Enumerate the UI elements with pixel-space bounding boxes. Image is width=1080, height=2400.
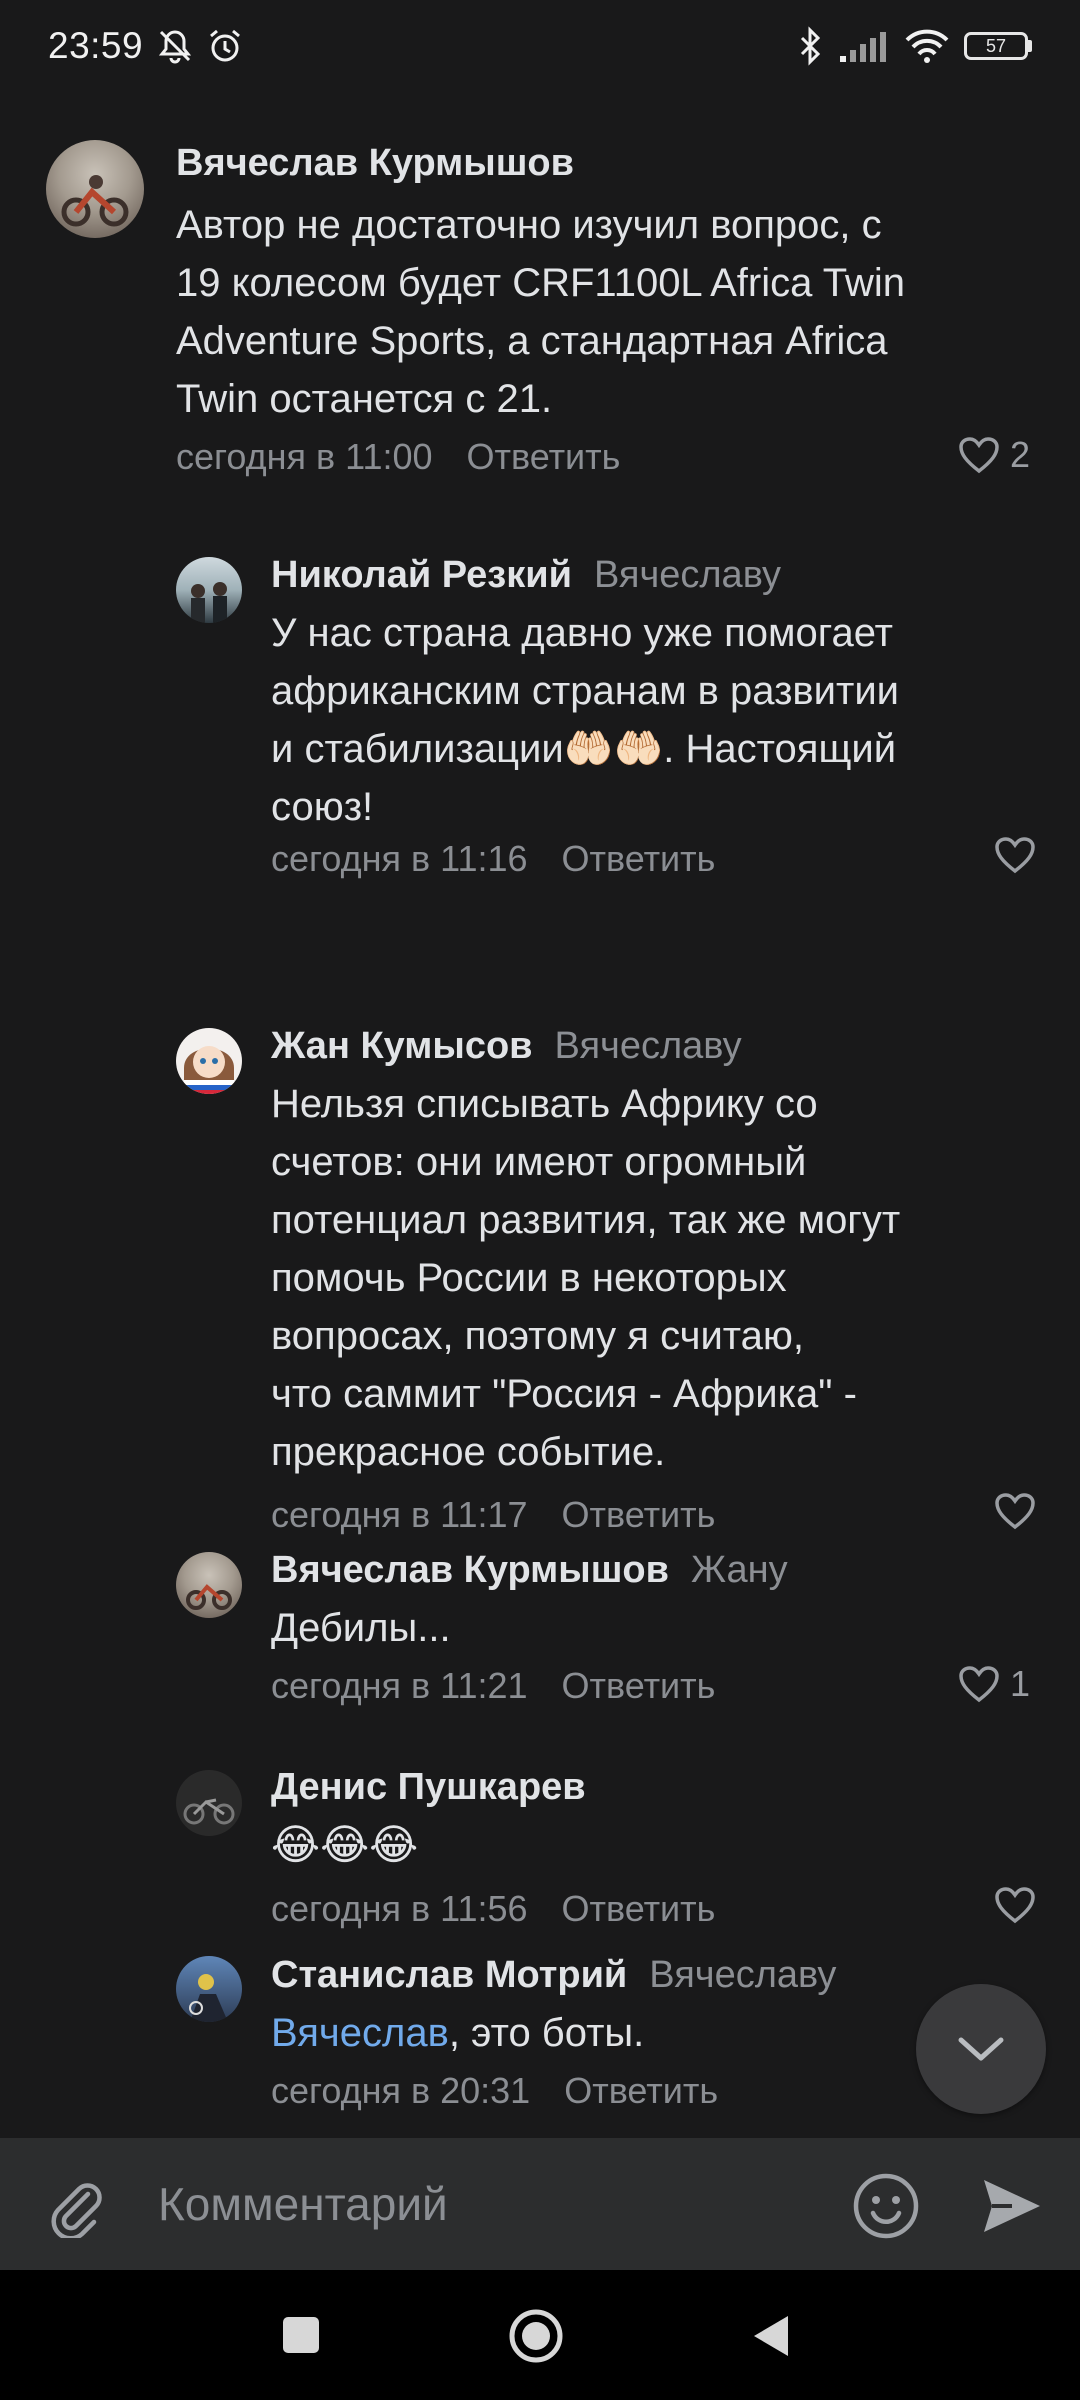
alarm-icon bbox=[210, 29, 241, 62]
heart-icon bbox=[959, 1666, 999, 1703]
comment-author[interactable]: Вячеслав Курмышов bbox=[271, 1549, 669, 1591]
comment-time: сегодня в 11:21 bbox=[271, 1665, 528, 1706]
reply-to-name[interactable]: Жану bbox=[691, 1549, 788, 1591]
comment-author[interactable]: Денис Пушкарев bbox=[271, 1766, 586, 1808]
heart-icon bbox=[995, 1887, 1035, 1924]
reply-to-name[interactable]: Вячеславу bbox=[649, 1954, 836, 1996]
avatar[interactable] bbox=[176, 1028, 242, 1094]
comment-text: У нас страна давно уже помогает африканск… bbox=[271, 611, 900, 829]
like-button[interactable]: 2 bbox=[958, 434, 1030, 476]
reply-button[interactable]: Ответить bbox=[562, 1665, 716, 1706]
heart-icon bbox=[959, 437, 999, 474]
like-button[interactable] bbox=[994, 836, 1046, 874]
scroll-down-button[interactable] bbox=[916, 1984, 1046, 2114]
reply-to-name[interactable]: Вячеславу bbox=[594, 554, 781, 596]
back-triangle-icon bbox=[754, 2316, 788, 2356]
like-count: 1 bbox=[1010, 1663, 1031, 1704]
reply-button[interactable]: Ответить bbox=[562, 838, 716, 879]
square-icon bbox=[283, 2317, 319, 2353]
reply-button[interactable]: Ответить bbox=[562, 1888, 716, 1929]
reply-button[interactable]: Ответить bbox=[564, 2070, 718, 2111]
back-button[interactable] bbox=[748, 2312, 792, 2365]
avatar[interactable] bbox=[176, 1956, 242, 2022]
comment-time: сегодня в 20:31 bbox=[271, 2070, 531, 2111]
comment: Вячеслав Курмышов Автор не достаточно из… bbox=[0, 92, 1080, 512]
battery-level: 57 bbox=[985, 35, 1007, 56]
reply-button[interactable]: Ответить bbox=[467, 436, 621, 477]
mention-link[interactable]: Вячеслав bbox=[271, 2011, 449, 2055]
heart-icon bbox=[995, 837, 1035, 874]
avatar[interactable] bbox=[176, 1552, 242, 1618]
home-circle-icon bbox=[509, 2309, 563, 2363]
smile-icon bbox=[853, 2173, 919, 2239]
send-button[interactable] bbox=[978, 2172, 1046, 2240]
comment-time: сегодня в 11:56 bbox=[271, 1888, 528, 1929]
paperclip-icon bbox=[51, 2183, 102, 2241]
comment-reply: Николай Резкий Вячеславу У нас страна дав… bbox=[0, 512, 1080, 932]
comment: Денис Пушкарев 😂😂😂 сегодня в 11:56 Ответи… bbox=[0, 1728, 1080, 1938]
comment-author[interactable]: Жан Кумысов bbox=[271, 1025, 533, 1067]
mute-icon bbox=[158, 30, 192, 64]
comment-reply: Вячеслав Курмышов Жану Дебилы... сегодня … bbox=[0, 1498, 1080, 1728]
attach-button[interactable] bbox=[44, 2174, 108, 2241]
comment-input[interactable] bbox=[158, 2138, 778, 2270]
recents-button[interactable] bbox=[280, 2314, 322, 2361]
comment-text: Нельзя списывать Африку со счетов: они им… bbox=[271, 1082, 901, 1474]
avatar[interactable] bbox=[176, 1770, 242, 1836]
comments-feed[interactable]: Вячеслав Курмышов Автор не достаточно из… bbox=[0, 92, 1080, 2138]
avatar[interactable] bbox=[46, 140, 144, 238]
status-time: 23:59 bbox=[48, 25, 144, 66]
wifi-icon bbox=[905, 29, 949, 63]
avatar[interactable] bbox=[176, 557, 242, 623]
home-button[interactable] bbox=[508, 2308, 564, 2369]
emoji-button[interactable] bbox=[852, 2172, 920, 2240]
like-button[interactable]: 1 bbox=[958, 1663, 1030, 1705]
comment-time: сегодня в 11:00 bbox=[176, 436, 433, 477]
comment-text: Автор не достаточно изучил вопрос, с 19 к… bbox=[176, 203, 905, 421]
reply-to-name[interactable]: Вячеславу bbox=[555, 1025, 742, 1067]
send-icon bbox=[984, 2180, 1040, 2232]
comment-time: сегодня в 11:16 bbox=[271, 838, 528, 879]
system-nav-bar bbox=[0, 2270, 1080, 2400]
status-bar: 23:59 57 bbox=[0, 0, 1080, 92]
comment-author[interactable]: Станислав Мотрий bbox=[271, 1954, 627, 1996]
signal-icon bbox=[840, 32, 886, 62]
bluetooth-icon bbox=[800, 26, 821, 66]
battery-icon: 57 bbox=[964, 32, 1028, 60]
chevron-down-icon bbox=[958, 2037, 1004, 2061]
comment-text: 😂😂😂 bbox=[271, 1821, 419, 1868]
like-button[interactable] bbox=[994, 1886, 1046, 1924]
comment-composer bbox=[0, 2138, 1080, 2270]
like-count: 2 bbox=[1010, 434, 1031, 475]
comment-author[interactable]: Николай Резкий bbox=[271, 554, 572, 596]
comment-reply: Жан Кумысов Вячеславу Нельзя списывать Аф… bbox=[0, 932, 1080, 1535]
comment-text: Дебилы... bbox=[271, 1606, 451, 1650]
comment-author[interactable]: Вячеслав Курмышов bbox=[176, 142, 574, 184]
